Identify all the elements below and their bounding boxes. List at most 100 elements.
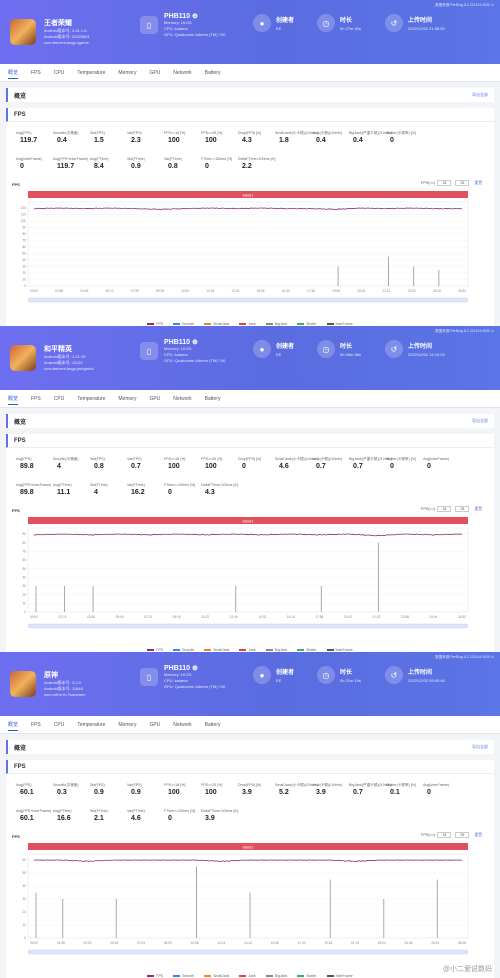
tab-battery[interactable]: Battery (205, 68, 221, 78)
fps-threshold-label: FPS(>=) (421, 833, 436, 837)
metric-value: 0.4 (57, 137, 67, 144)
stat-0: ● 创建者 EE (253, 340, 294, 358)
report-panel: 王者荣耀 Android版本号: 3.81.1.8 Android版本号: 2022… (0, 0, 500, 326)
device-name: PHB110 ⊕ (164, 339, 198, 346)
tab-gpu[interactable]: GPU (149, 720, 160, 730)
metric-cell: Var(FPS) 0.9 (127, 776, 164, 796)
legend-item[interactable]: InterFrame (326, 974, 353, 978)
stat-label: 时长 (340, 344, 353, 350)
tab-memory[interactable]: Memory (118, 394, 136, 404)
tab-network[interactable]: Network (173, 394, 191, 404)
tab-fps[interactable]: FPS (31, 394, 41, 404)
tab-gpu[interactable]: GPU (149, 394, 160, 404)
tab-概览[interactable]: 概览 (8, 393, 19, 405)
reset-button[interactable]: 重置 (474, 833, 482, 838)
tab-network[interactable]: Network (173, 68, 191, 78)
metric-cell: SmallJank(小卡顿)(/10min) 5.2 (275, 776, 318, 796)
tab-temperature[interactable]: Temperature (77, 68, 105, 78)
tab-gpu[interactable]: GPU (149, 68, 160, 78)
tab-temperature[interactable]: Temperature (77, 720, 105, 730)
metric-label: FPS>=18 [%] (164, 783, 186, 787)
tab-概览[interactable]: 概览 (8, 719, 19, 731)
metric-value: 0.3 (57, 789, 67, 796)
tab-battery[interactable]: Battery (205, 720, 221, 730)
legend-item[interactable]: FPS (147, 974, 163, 978)
metric-value: 119.7 (20, 137, 38, 144)
fps-chart: FPS FPS(>=) 18 25 重置 label1 0 10 20 30 40 50 60 70 80 9… (6, 506, 494, 652)
tab-memory[interactable]: Memory (118, 68, 136, 78)
reset-button[interactable]: 重置 (474, 507, 482, 512)
y-tick-label: 80 (22, 541, 26, 545)
banner-label: label1 (243, 845, 254, 850)
stat-1: ◷ 时长 0h 31m 19s (317, 666, 361, 684)
threshold-input-1[interactable]: 18 (437, 832, 452, 838)
tab-fps[interactable]: FPS (31, 68, 41, 78)
y-tick-label: 40 (22, 884, 26, 888)
game-name: 王者荣耀 (44, 20, 72, 27)
tab-temperature[interactable]: Temperature (77, 394, 105, 404)
threshold-input-2[interactable]: 25 (455, 506, 470, 512)
x-tick-label: 03:56 (87, 615, 95, 619)
legend-swatch (204, 323, 212, 325)
legend-item[interactable]: Jank (239, 974, 256, 978)
metric-label: SmallJank(小卡顿)(/10min) (275, 131, 318, 135)
tab-概览[interactable]: 概览 (8, 67, 19, 79)
metric-label: Jank(卡顿)(/10min) (312, 457, 343, 461)
metric-cell: BigJank(严重卡顿)(/10min) 0.7 (349, 776, 392, 796)
legend-item[interactable]: Smooth (173, 974, 194, 978)
stat-0: ● 创建者 EE (253, 14, 294, 32)
y-tick-label: 120 (21, 206, 27, 210)
stat-label: 创建者 (276, 344, 295, 350)
tab-fps[interactable]: FPS (31, 720, 41, 730)
history-icon: ↺ (385, 666, 403, 684)
stat-1: ◷ 时长 0h 27m 30s (317, 14, 361, 32)
legend-swatch (239, 649, 247, 651)
metric-label: SmallJank(小卡顿)(/10min) (275, 783, 318, 787)
metric-cell: Jank(卡顿)(/10min) 0.4 (312, 124, 349, 144)
threshold-input-1[interactable]: 18 (437, 506, 452, 512)
tab-cpu[interactable]: CPU (54, 720, 65, 730)
legend-item[interactable]: SmallJank (204, 974, 229, 978)
report-header: 和平精英 Android版本号: 1.21.19 Android版本号: 11120… (0, 326, 500, 390)
metric-label: Var(FTime) (164, 157, 182, 161)
tab-memory[interactable]: Memory (118, 720, 136, 730)
y-tick-label: 90 (22, 226, 26, 230)
tab-cpu[interactable]: CPU (54, 394, 65, 404)
metric-label: SmallJank(小卡顿)(/10min) (275, 457, 318, 461)
threshold-input-2[interactable]: 25 (455, 180, 470, 186)
device-info: ▯ PHB110 ⊕ Memory: 16.0G CPU: kalama GPU: Qu… (140, 12, 225, 38)
y-tick-label: 80 (22, 232, 26, 236)
y-tick-label: 60 (22, 858, 26, 862)
reset-button[interactable]: 重置 (474, 181, 482, 186)
metric-label: FTime>=100ms [%] (164, 483, 196, 487)
metric-cell: FPS>=25 [%] 100 (201, 450, 238, 470)
metric-cell: SmallJank(小卡顿)(/10min) 4.6 (275, 450, 318, 470)
fps-card: FPS Avg(FPS) 89.8 Smooth(平滑度) 4 Std(FPS) 0.8 Va… (6, 434, 494, 652)
tab-bar: 概览 FPS CPU Temperature Memory GPU Network Batte… (0, 716, 500, 734)
y-tick-label: 40 (22, 258, 26, 262)
export-all-link[interactable]: 导出全部 (472, 744, 488, 750)
fps-card: FPS Avg(FPS) 119.7 Smooth(平滑度) 0.4 Std(FPS) 1.… (6, 108, 494, 326)
tab-battery[interactable]: Battery (205, 394, 221, 404)
export-all-link[interactable]: 导出全部 (472, 92, 488, 98)
threshold-input-1[interactable]: 18 (437, 180, 452, 186)
metric-value: 0 (20, 163, 24, 170)
threshold-input-2[interactable]: 25 (455, 832, 470, 838)
legend-item[interactable]: BigJank (265, 974, 287, 978)
stat-value: EE (276, 26, 282, 31)
legend-item[interactable]: Stutter (297, 974, 317, 978)
export-all-link[interactable]: 导出全部 (472, 418, 488, 424)
tab-network[interactable]: Network (173, 720, 191, 730)
metric-cell: Avg(FPS+InterFrame) 89.8 (16, 476, 53, 496)
chart-controls: FPS(>=) 18 25 重置 (421, 506, 482, 512)
x-tick-label: 09:28 (156, 289, 164, 293)
header-note: 数据来源:PerfDog 8.2.221104.0000 ⊙ (435, 655, 494, 659)
metric-label: Avg(FPS+InterFrame) (53, 157, 89, 161)
metrics-grid: Avg(FPS) 89.8 Smooth(平滑度) 4 Std(FPS) 0.8 Var(F… (6, 448, 494, 506)
tab-cpu[interactable]: CPU (54, 68, 65, 78)
stat-value: 0h 31m 19s (340, 678, 361, 683)
metric-label: Avg(FPS+InterFrame) (16, 809, 52, 813)
x-tick-label: 03:32 (84, 941, 92, 945)
x-tick-label: 07:22 (144, 615, 152, 619)
x-tick-label: 20:44 (357, 289, 365, 293)
